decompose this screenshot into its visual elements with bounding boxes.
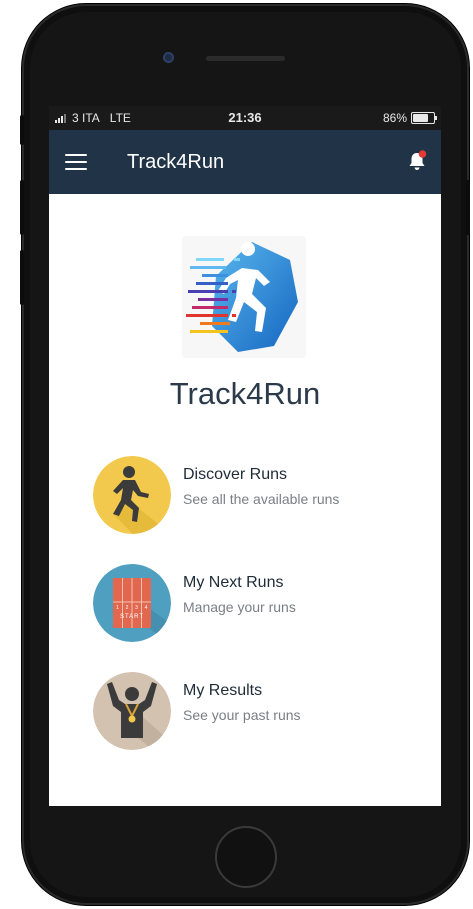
- svg-text:2: 2: [126, 605, 129, 611]
- bell-icon[interactable]: [407, 150, 427, 172]
- battery-icon: [411, 112, 437, 124]
- menu-item-title: Discover Runs: [183, 466, 288, 483]
- battery-percent: 86%: [382, 111, 407, 125]
- power-button: [466, 180, 470, 235]
- front-camera: [163, 52, 174, 63]
- notification-dot: [418, 150, 427, 158]
- medal-winner-icon: [93, 672, 171, 750]
- menu-item-subtitle: See all the available runs: [183, 491, 340, 507]
- volume-down-button: [20, 250, 24, 305]
- svg-text:3: 3: [135, 605, 138, 611]
- app-logo: [182, 236, 306, 358]
- home-button[interactable]: [215, 826, 277, 888]
- battery-tip: [435, 116, 437, 120]
- mute-switch: [20, 115, 24, 145]
- start-label: START: [120, 614, 144, 620]
- menu-item-title: My Next Runs: [183, 574, 284, 591]
- svg-text:1: 1: [116, 605, 119, 611]
- brand-title: Track4Run: [169, 376, 321, 411]
- menu-item-title: My Results: [183, 682, 263, 699]
- volume-up-button: [20, 180, 24, 235]
- runner-icon: [93, 456, 171, 534]
- hamburger-menu-icon[interactable]: [65, 154, 87, 170]
- menu-item-my-results[interactable]: My Results See your past runs: [93, 672, 413, 752]
- svg-text:4: 4: [145, 605, 148, 611]
- earpiece-speaker: [206, 56, 285, 61]
- battery-fill: [413, 114, 429, 122]
- menu-item-subtitle: See your past runs: [183, 707, 301, 723]
- status-bar: 3 ITA LTE 21:36 86%: [49, 106, 441, 130]
- menu-item-discover-runs[interactable]: Discover Runs See all the available runs: [93, 456, 413, 536]
- screen: 3 ITA LTE 21:36 86% Track4Run Track4Run …: [49, 106, 441, 806]
- menu-item-next-runs[interactable]: 1 2 3 4 START My Next Runs Manage your r…: [93, 564, 413, 644]
- menu-item-subtitle: Manage your runs: [183, 599, 296, 615]
- app-bar-title: Track4Run: [127, 151, 225, 173]
- track-start-icon: 1 2 3 4 START: [93, 564, 171, 642]
- app-bar: Track4Run: [49, 130, 441, 194]
- status-right: 86%: [382, 111, 437, 125]
- home-content: Track4Run Discover Runs See all the avai…: [49, 194, 441, 806]
